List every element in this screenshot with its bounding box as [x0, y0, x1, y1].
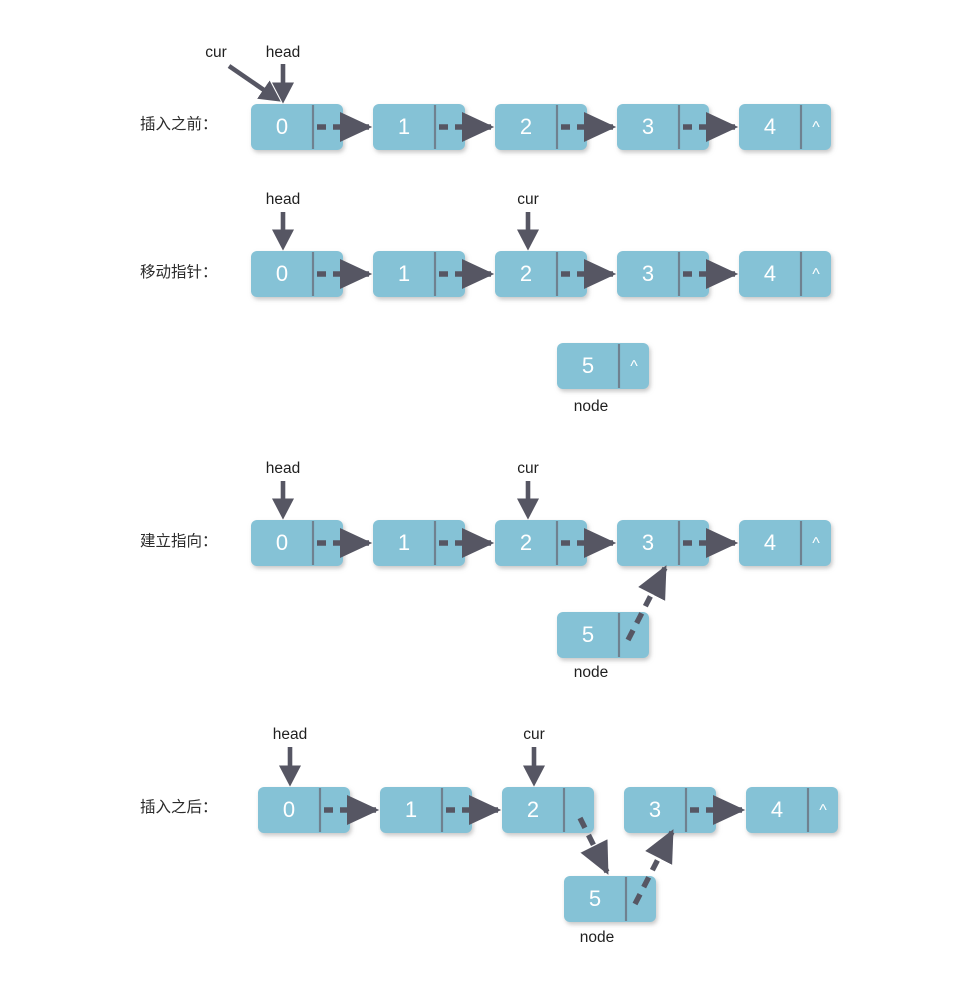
node-value: 4	[771, 797, 783, 822]
list-node: 3	[617, 520, 709, 566]
node-box	[373, 251, 465, 297]
list-node: 4 ^	[739, 104, 831, 150]
new-node-box	[557, 612, 649, 658]
node-value: 2	[520, 530, 532, 555]
row-before-insert: 插入之前： 0 1 2 3 4 ^cur head	[140, 44, 831, 150]
node-box	[251, 104, 343, 150]
node-box	[502, 787, 594, 833]
pointer-arrow-cur	[227, 64, 281, 102]
node-null-marker: ^	[812, 119, 820, 136]
node-box	[495, 251, 587, 297]
node-null-marker: ^	[812, 535, 820, 552]
node-box	[373, 104, 465, 150]
list-node: 1	[373, 251, 465, 297]
list-node: 1	[380, 787, 472, 833]
node-null-marker: ^	[819, 802, 827, 819]
node-box	[258, 787, 350, 833]
node-box	[251, 251, 343, 297]
new-node: 5 node	[564, 876, 656, 946]
node-value: 0	[283, 797, 295, 822]
node-value: 1	[398, 261, 410, 286]
node-value: 2	[527, 797, 539, 822]
node-value: 0	[276, 261, 288, 286]
new-node: 5 node	[557, 612, 649, 681]
new-node-null-marker: ^	[630, 358, 638, 375]
pointer-label-head: head	[273, 726, 307, 743]
row-build-link: 建立指向： 0 1 2 3 4 ^head cur5node	[140, 460, 831, 681]
node-value: 0	[276, 114, 288, 139]
list-node: 4 ^	[746, 787, 838, 833]
list-node: 2	[502, 787, 594, 833]
node-value: 4	[764, 114, 776, 139]
node-value: 2	[520, 261, 532, 286]
list-node: 1	[373, 104, 465, 150]
node-value: 3	[642, 261, 654, 286]
row-label-3: 插入之后：	[140, 798, 218, 816]
pointer-label-head: head	[266, 44, 300, 61]
list-node: 2	[495, 520, 587, 566]
node-value: 1	[398, 114, 410, 139]
new-node-value: 5	[589, 886, 601, 911]
row-label-1: 移动指针：	[140, 263, 218, 281]
diagram-canvas: 插入之前： 0 1 2 3 4 ^cur head移动指针： 0 1 2 3 4 ^head cur5 ^no…	[140, 44, 838, 946]
node-box	[495, 520, 587, 566]
node-box	[251, 520, 343, 566]
pointer-label-cur: cur	[517, 460, 539, 477]
node-box	[617, 251, 709, 297]
row-after-insert: 插入之后： 0 1 2 3 4 ^head cur5node	[140, 726, 838, 946]
list-node: 3	[617, 251, 709, 297]
list-node: 0	[251, 520, 343, 566]
list-node: 3	[624, 787, 716, 833]
pointer-cur: cur	[516, 460, 540, 520]
node-box	[380, 787, 472, 833]
new-node-caption: node	[574, 664, 608, 681]
list-node: 4 ^	[739, 520, 831, 566]
node-value: 3	[642, 114, 654, 139]
new-node-caption: node	[574, 398, 608, 415]
pointer-label-cur: cur	[517, 191, 539, 208]
node-value: 3	[642, 530, 654, 555]
node-value: 2	[520, 114, 532, 139]
list-node: 1	[373, 520, 465, 566]
pointer-head: head	[266, 191, 300, 251]
new-node: 5 ^ node	[557, 343, 649, 415]
list-node: 0	[251, 251, 343, 297]
node-value: 3	[649, 797, 661, 822]
node-box	[373, 520, 465, 566]
linked-list-insertion-diagram: 插入之前： 0 1 2 3 4 ^ cur head 移动指针： 0 1 2 3 4 ^ head cur 5 ^ no…	[0, 0, 980, 986]
node-value: 4	[764, 530, 776, 555]
node-box	[617, 104, 709, 150]
node-box	[624, 787, 716, 833]
pointer-cur: cur	[522, 726, 546, 787]
list-node: 2	[495, 251, 587, 297]
new-node-value: 5	[582, 353, 594, 378]
row-move-pointer: 移动指针： 0 1 2 3 4 ^head cur5 ^node	[140, 191, 831, 415]
list-node: 2	[495, 104, 587, 150]
pointer-label-head: head	[266, 460, 300, 477]
node-value: 1	[405, 797, 417, 822]
pointer-label-cur: cur	[523, 726, 545, 743]
node-box	[495, 104, 587, 150]
new-node-caption: node	[580, 929, 614, 946]
list-node: 4 ^	[739, 251, 831, 297]
new-node-box	[564, 876, 656, 922]
list-node: 0	[258, 787, 350, 833]
node-value: 1	[398, 530, 410, 555]
pointer-head: head	[266, 460, 300, 520]
node-box	[617, 520, 709, 566]
pointer-head: head	[273, 726, 307, 787]
new-node-value: 5	[582, 622, 594, 647]
pointer-label-cur: cur	[205, 44, 227, 61]
list-node: 0	[251, 104, 343, 150]
node-value: 4	[764, 261, 776, 286]
node-value: 0	[276, 530, 288, 555]
pointer-cur: cur	[516, 191, 540, 251]
row-label-2: 建立指向：	[140, 532, 218, 550]
pointer-label-head: head	[266, 191, 300, 208]
row-label-0: 插入之前：	[140, 115, 218, 133]
list-node: 3	[617, 104, 709, 150]
pointer-head: head	[266, 44, 300, 104]
node-null-marker: ^	[812, 266, 820, 283]
